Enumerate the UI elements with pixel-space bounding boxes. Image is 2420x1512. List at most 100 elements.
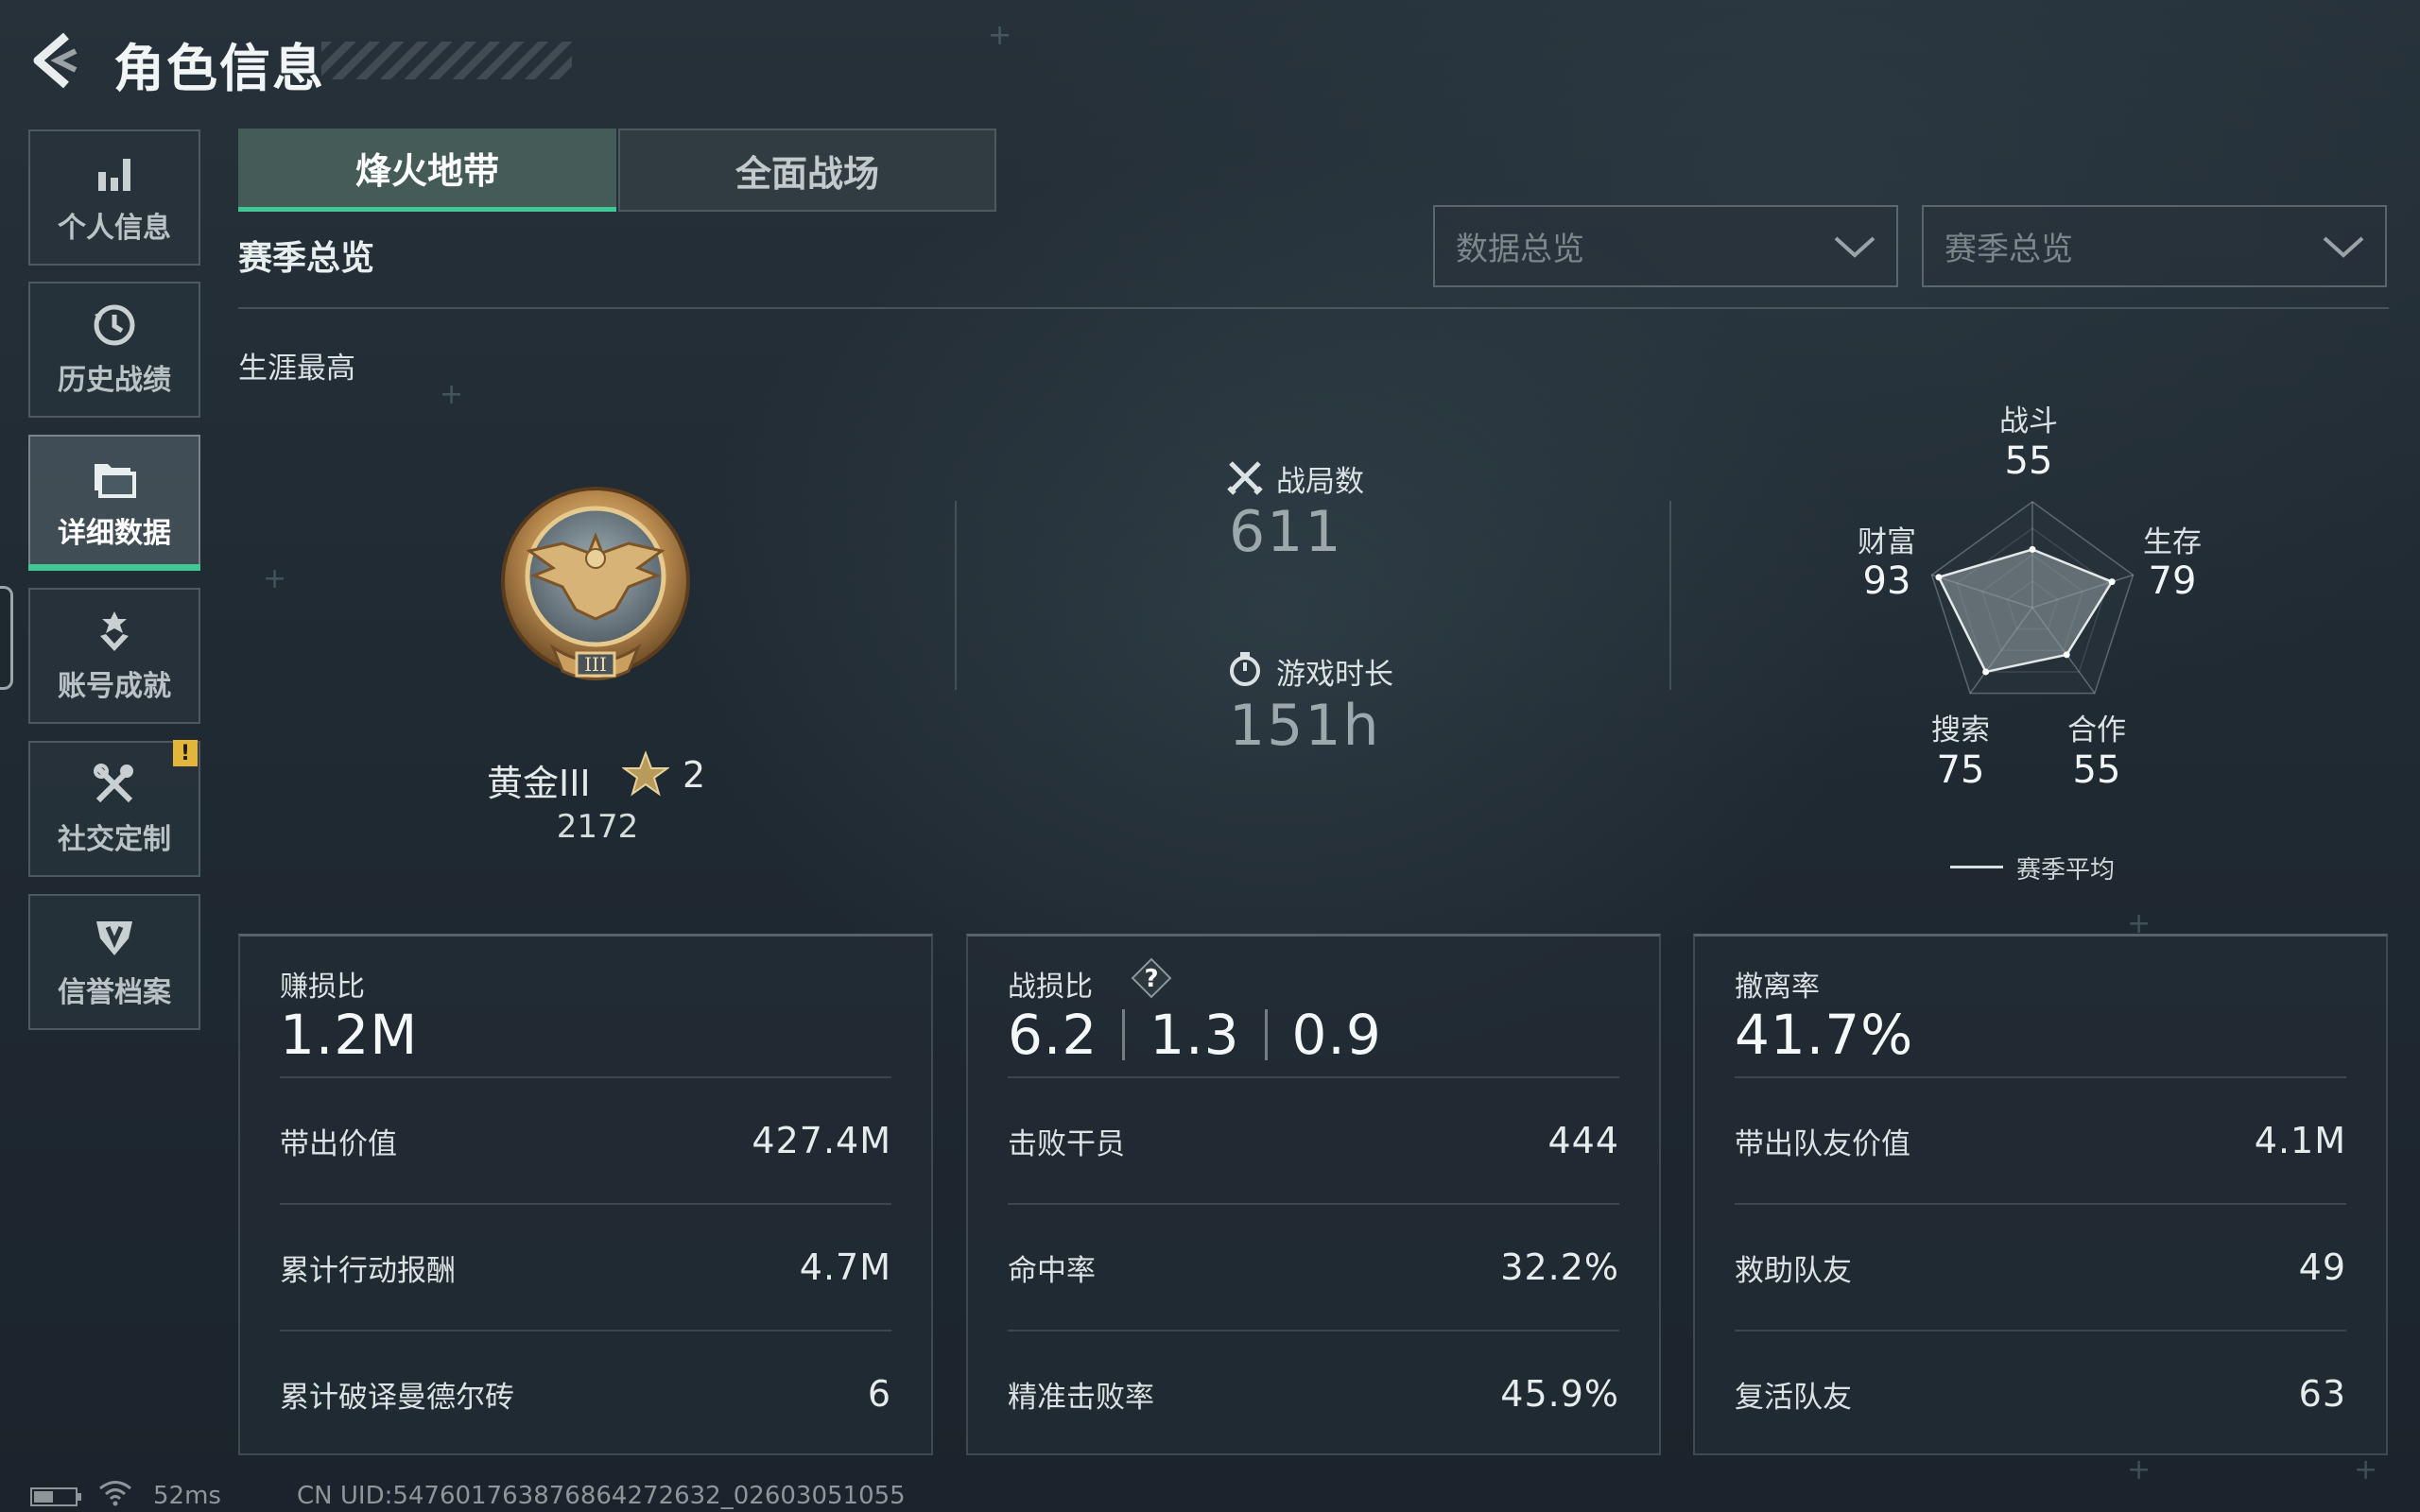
radar-label-survival: 生存 — [2143, 525, 2202, 559]
grid-mark: + — [440, 378, 464, 411]
sidebar-item-history[interactable]: 历史战绩 — [28, 282, 200, 418]
chevron-down-icon — [1834, 236, 1876, 258]
gold-rank-emblem-icon: III — [501, 487, 690, 680]
sidebar-item-label: 信誉档案 — [58, 976, 171, 1009]
chevron-down-icon — [2323, 236, 2364, 258]
rank-star-count: 2 — [683, 754, 706, 796]
stat-value: 45.9% — [1500, 1373, 1619, 1415]
column-divider — [1669, 501, 1671, 690]
stat-value: 4.1M — [2254, 1120, 2346, 1161]
matches-value: 611 — [1229, 499, 1343, 565]
title-decoration — [321, 42, 572, 79]
tab-full-battlefield[interactable]: 全面战场 — [618, 129, 996, 212]
column-divider — [955, 501, 957, 690]
sidebar-item-label: 详细数据 — [58, 517, 171, 550]
extraction-rate-card: 撤离率 41.7% 带出队友价值 4.1M 救助队友 49 复活队友 63 — [1693, 934, 2388, 1455]
stat-row: 击败干员 444 — [1008, 1076, 1619, 1203]
network-ping: 52ms — [153, 1482, 221, 1510]
sidebar-item-reputation[interactable]: 信誉档案 — [28, 894, 200, 1030]
section-title: 赛季总览 — [238, 239, 375, 278]
radar-data-point — [2029, 545, 2036, 553]
stat-label: 复活队友 — [1735, 1380, 1852, 1415]
card-main-value: 1.2M — [280, 1003, 419, 1067]
legend-season-average: 赛季平均 — [2016, 856, 2116, 885]
stat-label: 累计破译曼德尔砖 — [280, 1380, 514, 1415]
bar-chart-icon — [98, 159, 130, 191]
stat-row: 累计行动报酬 4.7M — [280, 1203, 891, 1330]
kd-ratio-card: 战损比 ? 6.2 1.3 0.9 击败干员 444 命中率 32.2% 精准击… — [966, 934, 1661, 1455]
grid-mark: + — [988, 19, 1012, 52]
sidebar-item-achievements[interactable]: 账号成就 — [28, 588, 200, 724]
radar-label-search: 搜索 — [1931, 713, 1990, 747]
notification-badge: ! — [173, 740, 198, 766]
tab-warzone[interactable]: 烽火地带 — [238, 129, 616, 212]
card-title: 撤离率 — [1735, 971, 1820, 1004]
season-overview-select[interactable]: 赛季总览 — [1922, 205, 2387, 287]
stat-row: 带出价值 427.4M — [280, 1076, 891, 1203]
sidebar-item-label: 个人信息 — [58, 212, 171, 245]
stat-label: 带出价值 — [280, 1126, 397, 1161]
sidebar-item-personal-info[interactable]: 个人信息 — [28, 129, 200, 266]
data-overview-select[interactable]: 数据总览 — [1433, 205, 1898, 287]
sidebar-item-label: 社交定制 — [58, 823, 171, 856]
playtime-value: 151h — [1229, 693, 1381, 759]
kd-value-primary: 6.2 — [1008, 1003, 1098, 1067]
radar-label-cooperation: 合作 — [2067, 713, 2126, 747]
sidebar-item-label: 账号成就 — [58, 670, 171, 703]
folder-data-icon — [95, 464, 136, 498]
help-mark: ? — [1144, 965, 1158, 993]
wifi-icon — [99, 1481, 131, 1506]
section-divider — [238, 307, 2389, 309]
sidebar-active-indicator — [28, 564, 200, 571]
stat-label: 击败干员 — [1008, 1126, 1125, 1161]
radar-value-search: 75 — [1936, 748, 1985, 792]
grid-mark: + — [263, 562, 287, 595]
grid-mark: + — [2354, 1453, 2378, 1486]
user-uid: CN UID:547601763876864272632_02603051055 — [297, 1482, 906, 1510]
stat-value: 49 — [2298, 1246, 2346, 1288]
stat-label: 累计行动报酬 — [280, 1253, 456, 1288]
stat-value: 427.4M — [752, 1120, 891, 1161]
history-clock-icon — [94, 304, 135, 346]
legend-line — [1950, 866, 2003, 868]
stat-value: 444 — [1547, 1120, 1619, 1161]
radar-label-combat: 战斗 — [1999, 404, 2058, 438]
select-value: 赛季总览 — [1945, 231, 2073, 268]
stat-value: 6 — [867, 1373, 891, 1415]
select-value: 数据总览 — [1456, 231, 1584, 268]
stopwatch-icon — [1230, 652, 1260, 686]
achievement-icon — [100, 611, 129, 651]
career-best-label: 生涯最高 — [238, 352, 355, 386]
sidebar-item-label: 历史战绩 — [58, 364, 171, 397]
crossed-swords-icon — [1227, 461, 1263, 495]
stat-value: 63 — [2298, 1373, 2346, 1415]
svg-text:III: III — [584, 653, 607, 676]
stat-row: 复活队友 63 — [1735, 1330, 2346, 1456]
rank-name: 黄金III — [487, 763, 591, 804]
stat-label: 命中率 — [1008, 1253, 1096, 1288]
radar-data-point — [2063, 651, 2070, 659]
stat-label: 精准击败率 — [1008, 1380, 1154, 1415]
radar-value-cooperation: 55 — [2072, 748, 2121, 792]
kd-value-secondary: 1.3 — [1150, 1003, 1240, 1067]
stat-value: 32.2% — [1500, 1246, 1619, 1288]
tools-icon — [94, 764, 133, 803]
battery-icon — [30, 1487, 81, 1506]
kd-value-tertiary: 0.9 — [1291, 1003, 1382, 1067]
radar-data-point — [2108, 578, 2116, 586]
matches-label: 战局数 — [1276, 465, 1364, 499]
rank-star-icon — [622, 750, 669, 797]
page-title: 角色信息 — [113, 39, 325, 98]
value-separator — [1122, 1009, 1126, 1060]
back-arrow-icon[interactable] — [28, 30, 81, 91]
stat-row: 累计破译曼德尔砖 6 — [280, 1330, 891, 1456]
grid-mark: + — [2127, 1453, 2152, 1486]
sidebar-item-detailed-data[interactable]: 详细数据 — [28, 435, 200, 571]
value-separator — [1264, 1009, 1268, 1060]
help-icon[interactable]: ? — [1131, 957, 1172, 999]
rank-points: 2172 — [556, 808, 639, 846]
side-panel-handle[interactable] — [0, 586, 13, 690]
stat-row: 命中率 32.2% — [1008, 1203, 1619, 1330]
playtime-label: 游戏时长 — [1276, 658, 1393, 692]
card-title: 战损比 — [1008, 971, 1093, 1004]
